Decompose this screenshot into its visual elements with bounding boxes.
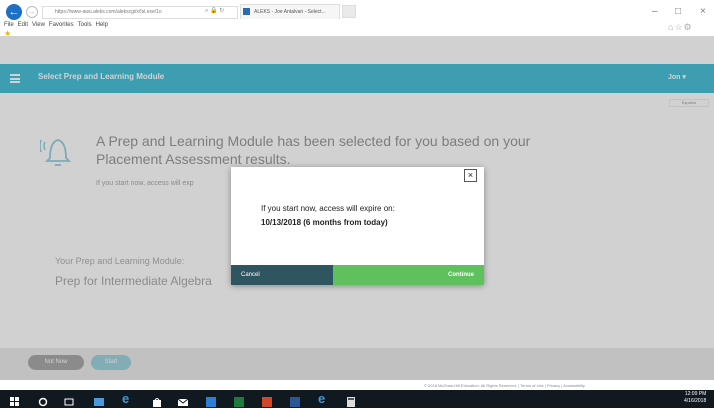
browser-tab[interactable]: ALEKS - Joe Antalvari - Select... — [240, 4, 340, 19]
star-icon[interactable]: ☆ — [674, 22, 683, 32]
clock-time: 12:09 PM — [684, 391, 707, 397]
cancel-button[interactable]: Cancel — [231, 265, 333, 285]
menu-file[interactable]: File — [4, 22, 14, 28]
menu-help[interactable]: Help — [96, 22, 108, 28]
ie-icon[interactable]: e — [122, 392, 132, 405]
menu-favorites[interactable]: Favorites — [49, 22, 74, 28]
mail-icon[interactable] — [177, 394, 189, 406]
maximize-button[interactable]: □ — [675, 6, 681, 17]
browser-toolbar-icons[interactable]: ⌂☆⚙ — [668, 22, 693, 33]
dialog-message: If you start now, access will expire on: — [261, 204, 395, 213]
ie-running-icon[interactable]: e — [318, 392, 328, 405]
back-button[interactable]: ← — [6, 4, 22, 20]
favicon-icon — [243, 8, 250, 15]
menu-edit[interactable]: Edit — [18, 22, 28, 28]
powerpoint-icon[interactable] — [262, 394, 272, 407]
minimize-button[interactable]: – — [652, 6, 658, 17]
menu-tools[interactable]: Tools — [78, 22, 92, 28]
new-tab-button[interactable] — [342, 5, 356, 18]
clock-date: 4/16/2018 — [684, 398, 707, 404]
expiry-date: 10/13/2018 (6 months from today) — [261, 218, 388, 227]
footer-links[interactable]: © 2018 McGraw-Hill Education. All Rights… — [424, 383, 585, 388]
photos-icon[interactable] — [206, 394, 216, 407]
desktop-icon[interactable] — [94, 394, 104, 406]
close-window-button[interactable]: × — [700, 6, 706, 17]
word-icon[interactable] — [290, 394, 300, 407]
forward-button[interactable]: → — [26, 6, 38, 18]
cortana-icon[interactable] — [38, 394, 48, 407]
close-icon[interactable]: × — [464, 169, 477, 182]
taskbar-clock[interactable]: 12:09 PM 4/16/2018 — [684, 391, 706, 405]
arrow-right-icon: → — [28, 7, 36, 16]
taskbar — [0, 390, 714, 408]
gear-icon[interactable]: ⚙ — [684, 22, 693, 32]
continue-button[interactable]: Continue — [333, 265, 484, 285]
address-bar-icons[interactable]: ⌕ 🔒 ↻ — [205, 7, 224, 15]
excel-icon[interactable] — [234, 394, 244, 407]
refresh-icon[interactable]: ↻ — [219, 8, 224, 14]
search-icon[interactable]: ⌕ — [205, 8, 208, 14]
store-icon[interactable] — [152, 394, 162, 407]
windows-start-icon[interactable] — [10, 394, 20, 406]
calculator-icon[interactable] — [346, 394, 356, 407]
menu-bar: File Edit View Favorites Tools Help — [4, 22, 112, 28]
arrow-left-icon: ← — [8, 6, 20, 18]
menu-view[interactable]: View — [32, 22, 45, 28]
task-view-icon[interactable] — [64, 394, 74, 406]
lock-icon: 🔒 — [210, 8, 218, 14]
